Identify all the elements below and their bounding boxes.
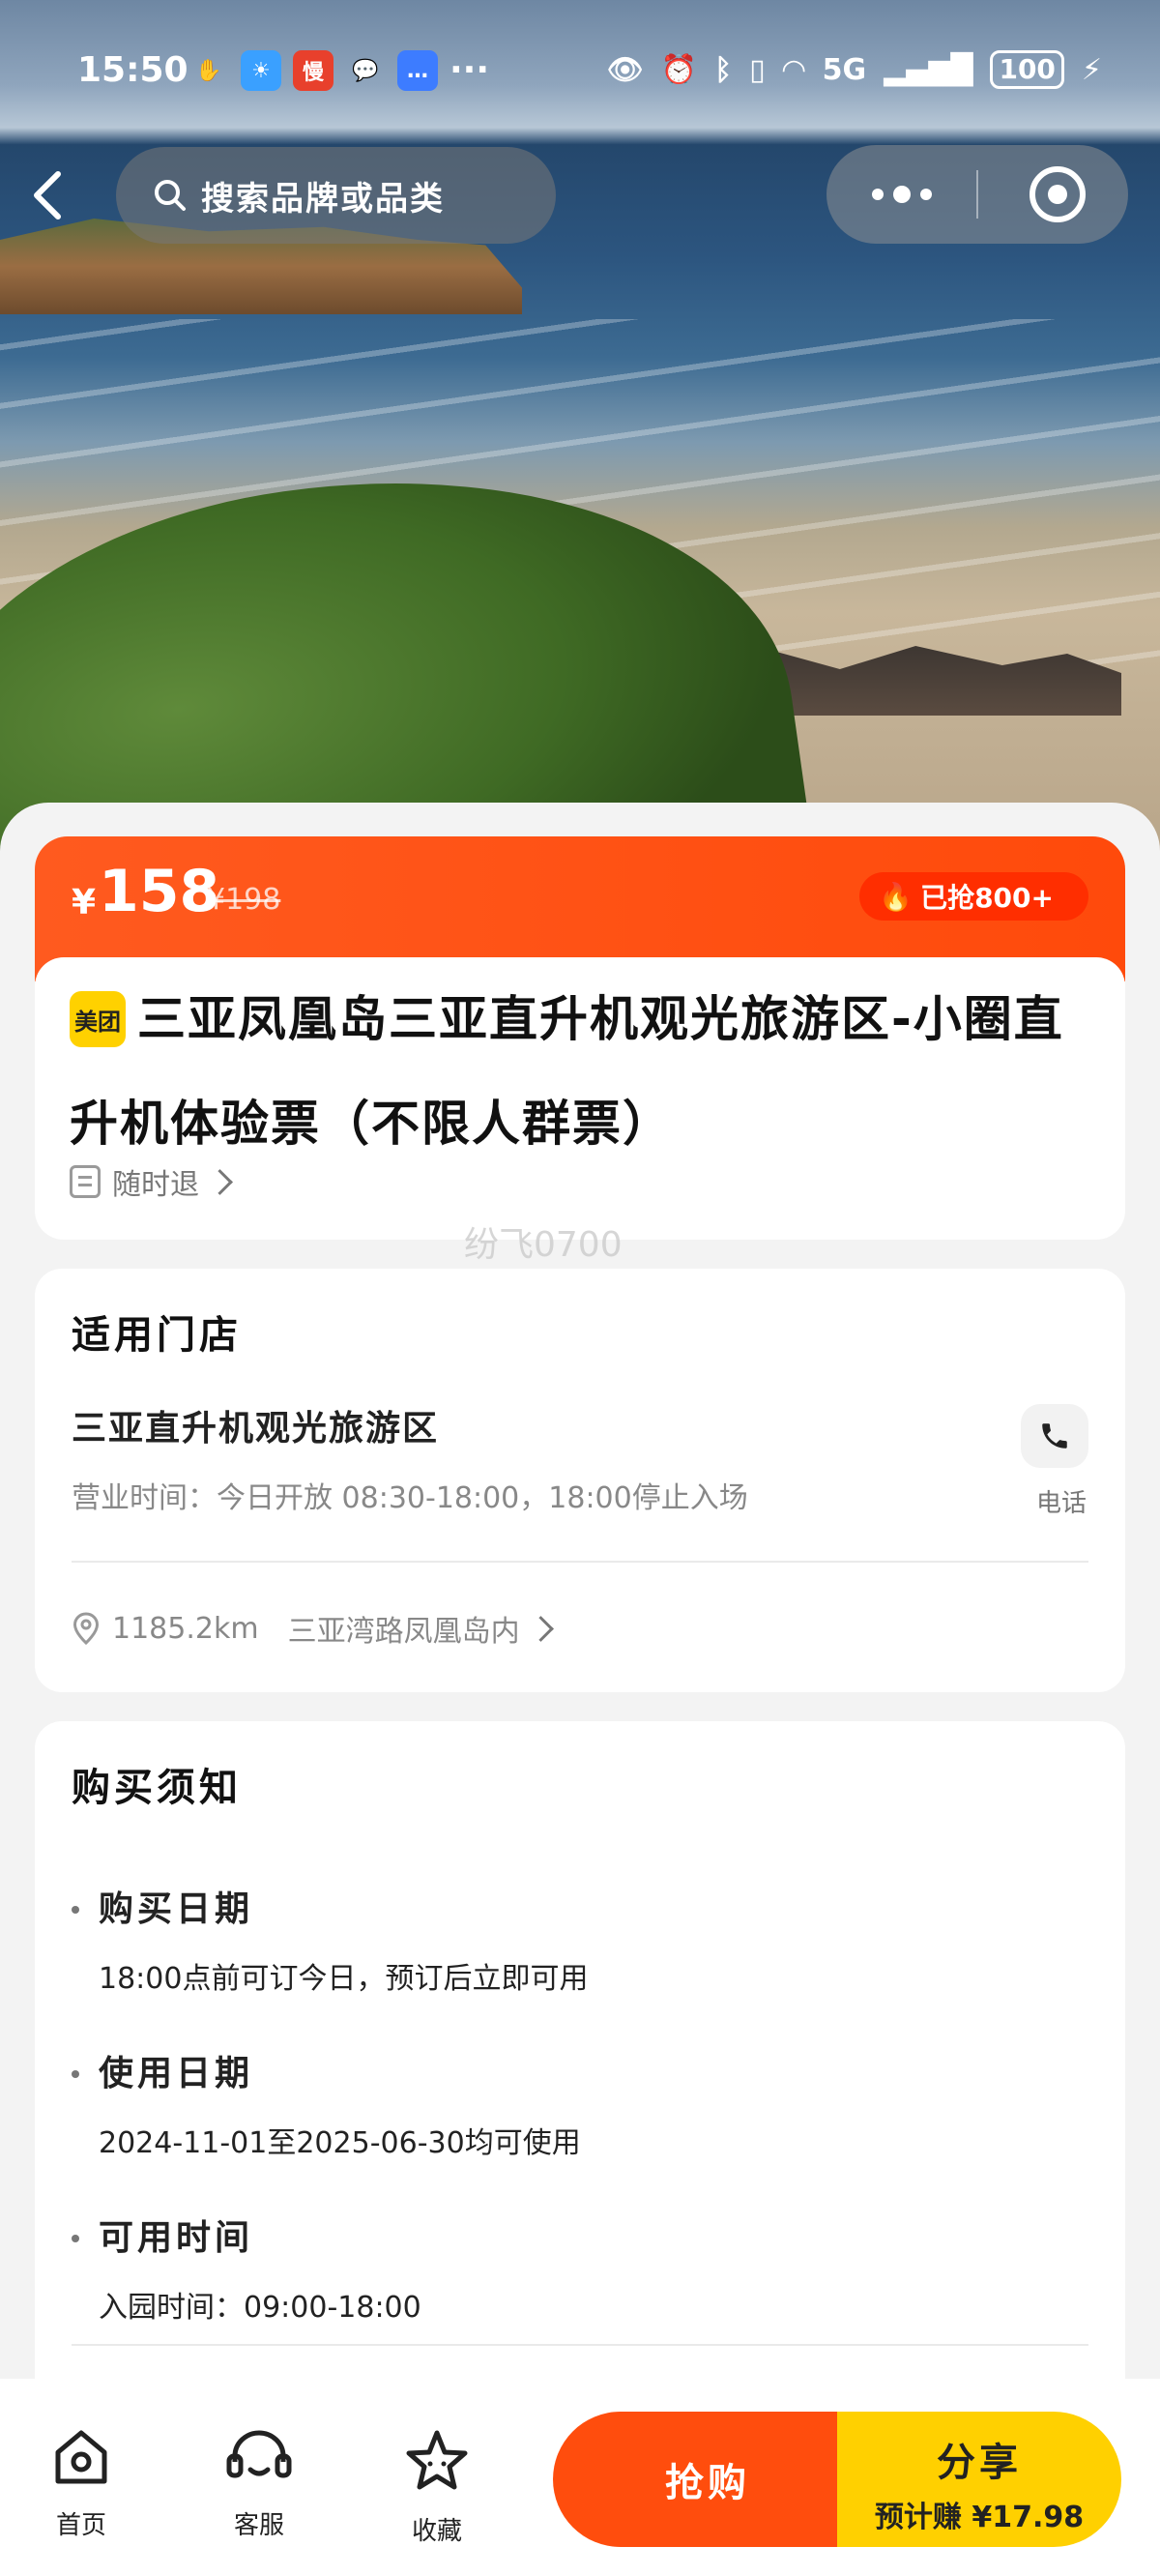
hero-image	[0, 0, 1160, 851]
weather-icon: ☀	[241, 50, 281, 91]
store-distance: 1185.2km	[112, 1611, 259, 1646]
phone-label: 电话	[1035, 1489, 1087, 1518]
tab-service[interactable]: 客服	[201, 2427, 317, 2541]
more-notifications-icon: ···	[450, 50, 490, 90]
store-address: 三亚湾路凤凰岛内	[287, 1615, 520, 1649]
capsule-divider	[976, 170, 978, 219]
sold-count: 已抢800+	[920, 882, 1054, 914]
product-title: 三亚凤凰岛三亚直升机观光旅游区-小圈直升机体验票（不限人群票）	[70, 991, 1064, 1152]
phone-button[interactable]	[1021, 1404, 1088, 1468]
wifi-icon: ◠	[782, 52, 805, 87]
notice-value: 2024-11-01至2025-06-30均可使用	[99, 2126, 581, 2160]
chevron-right-icon	[527, 1615, 554, 1642]
bullet-dot	[72, 2070, 79, 2078]
price-original: ¥198	[207, 883, 281, 917]
share-label: 分享	[937, 2441, 1022, 2485]
vibrate-icon: ▯	[749, 52, 766, 87]
watermark: 纷飞0700	[464, 1225, 623, 1265]
network-label: 5G	[822, 52, 867, 87]
price-current: 158	[99, 858, 220, 925]
status-time: 15:50	[77, 50, 188, 90]
tab-favorite-label: 收藏	[411, 2517, 462, 2546]
fire-icon: 🔥	[879, 880, 914, 913]
divider	[72, 1561, 1088, 1563]
store-hours: 营业时间：今日开放 08:30-18:00，18:00停止入场	[72, 1481, 748, 1515]
notice-value: 18:00点前可订今日，预订后立即可用	[99, 1962, 589, 1996]
status-right: 👁 ⏰ ᛒ ▯ ◠ 5G ▂▄▆█ 100 ⚡	[607, 50, 1102, 89]
document-icon	[70, 1165, 101, 1198]
divider	[72, 2344, 1088, 2346]
status-app-icons: ✋ ☀ 慢 💬 … ···	[188, 50, 489, 91]
alarm-icon: ⏰	[660, 52, 698, 87]
bullet-dot	[72, 1906, 79, 1914]
address-row[interactable]: 1185.2km 三亚湾路凤凰岛内	[72, 1607, 554, 1650]
share-earn: 预计赚 ¥17.98	[874, 2501, 1085, 2534]
notice-label: 可用时间	[99, 2218, 254, 2258]
refund-policy-link[interactable]: 随时退	[70, 1160, 233, 1203]
tab-home[interactable]: 首页	[23, 2427, 139, 2541]
star-icon	[406, 2430, 468, 2490]
slow-app-icon: 慢	[293, 50, 334, 91]
sold-count-badge: 🔥 已抢800+	[859, 872, 1088, 921]
location-pin-icon	[72, 1612, 100, 1645]
bullet-dot	[72, 2235, 79, 2242]
search-placeholder: 搜索品牌或品类	[201, 179, 445, 219]
tab-home-label: 首页	[55, 2511, 106, 2540]
eye-icon: 👁	[606, 52, 644, 87]
store-section-title: 适用门店	[72, 1313, 242, 1358]
more-button[interactable]	[826, 145, 977, 244]
miniapp-capsule	[826, 145, 1128, 244]
notice-label: 购买日期	[99, 1889, 254, 1929]
store-card: 适用门店 三亚直升机观光旅游区 营业时间：今日开放 08:30-18:00，18…	[35, 1269, 1125, 1692]
close-miniapp-icon[interactable]	[1030, 166, 1086, 222]
charging-icon: ⚡	[1081, 52, 1102, 87]
tab-service-label: 客服	[233, 2511, 284, 2540]
signal-icon: ▂▄▆█	[884, 52, 973, 87]
store-name[interactable]: 三亚直升机观光旅游区	[72, 1400, 439, 1450]
share-button[interactable]: 分享 预计赚 ¥17.98	[837, 2412, 1121, 2547]
price-currency: ¥	[72, 883, 97, 922]
phone-icon	[1042, 1423, 1067, 1449]
bluetooth-icon: ᛒ	[714, 52, 733, 87]
tab-favorite[interactable]: 收藏	[379, 2427, 495, 2547]
headset-icon	[226, 2430, 292, 2478]
hand-icon: ✋	[195, 58, 222, 83]
search-icon	[155, 180, 186, 211]
status-bar: 15:50 ✋ ☀ 慢 💬 … ··· 👁 ⏰ ᛒ ▯ ◠ 5G ▂▄▆█ 10…	[0, 39, 1160, 106]
chevron-left-icon	[34, 171, 61, 220]
refund-label: 随时退	[112, 1168, 199, 1202]
notice-label: 使用日期	[99, 2054, 254, 2093]
product-title-card: 美团 三亚凤凰岛三亚直升机观光旅游区-小圈直升机体验票（不限人群票） 随时退	[35, 957, 1125, 1240]
notice-section-title: 购买须知	[72, 1766, 242, 1810]
wechat-icon: 💬	[352, 58, 379, 83]
battery-icon: 100	[990, 50, 1064, 89]
buy-button[interactable]: 抢购	[553, 2412, 862, 2547]
message-icon: …	[397, 50, 438, 91]
notice-value: 入园时间：09:00-18:00	[99, 2291, 421, 2325]
back-button[interactable]	[29, 166, 77, 224]
home-icon	[55, 2430, 107, 2484]
search-bar[interactable]: 搜索品牌或品类	[116, 147, 556, 244]
chevron-right-icon	[207, 1168, 233, 1195]
purchase-notice-card: 购买须知 购买日期 18:00点前可订今日，预订后立即可用 使用日期 2024-…	[35, 1721, 1125, 2388]
